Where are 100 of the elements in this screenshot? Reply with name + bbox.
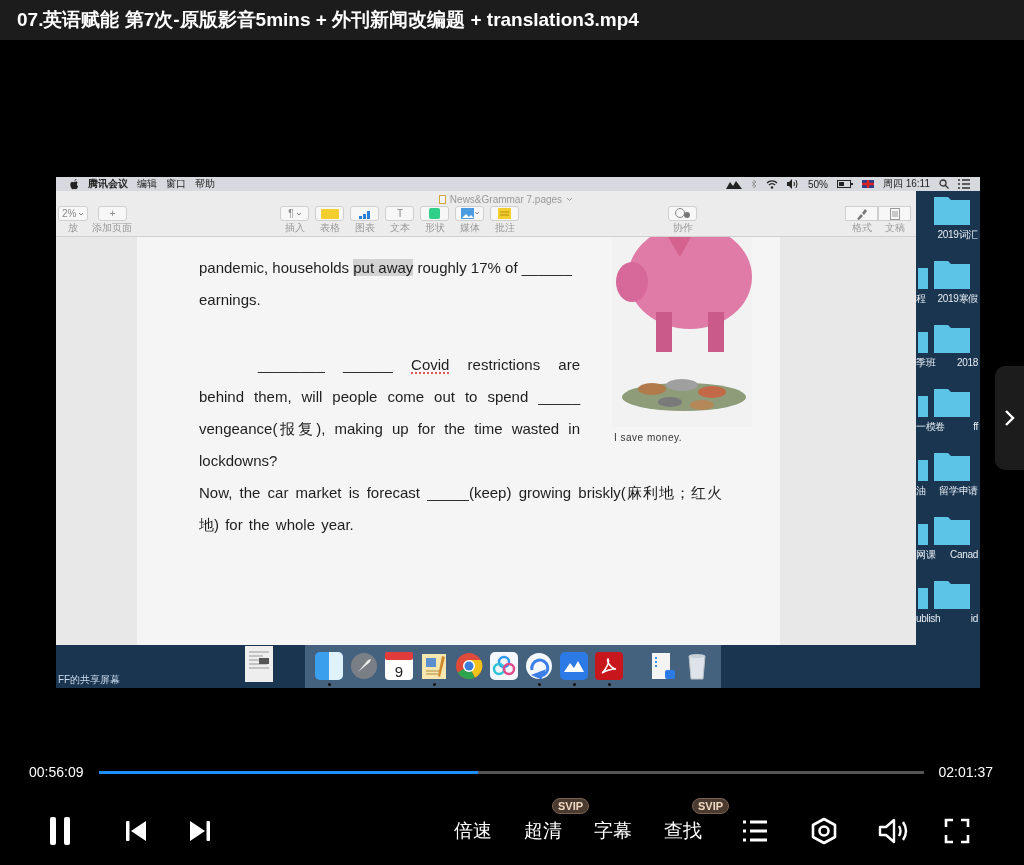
toolbar-label: 协作 bbox=[672, 222, 693, 233]
document-thumbnail[interactable] bbox=[245, 646, 273, 682]
previous-button[interactable] bbox=[125, 820, 147, 842]
caret-icon bbox=[295, 211, 302, 216]
image-icon bbox=[460, 208, 479, 219]
folder-icon[interactable] bbox=[918, 457, 928, 481]
battery-percent: 50% bbox=[807, 178, 828, 190]
menu-item[interactable]: 帮助 bbox=[195, 177, 215, 191]
image-caption: I save money. bbox=[614, 431, 682, 445]
svip-badge: SVIP bbox=[552, 798, 590, 814]
person-icon bbox=[673, 208, 692, 219]
volume-button[interactable] bbox=[878, 818, 908, 844]
media-button[interactable] bbox=[455, 206, 485, 221]
toolbar-label: 插入 bbox=[284, 222, 305, 233]
toolbar-label: 文本 bbox=[389, 222, 410, 233]
text-button[interactable]: T bbox=[385, 206, 415, 221]
toolbar-label: 文稿 bbox=[884, 222, 905, 233]
list-icon[interactable] bbox=[958, 179, 970, 189]
player-option-button[interactable]: 超清 bbox=[524, 818, 562, 844]
flag-icon[interactable] bbox=[861, 180, 874, 188]
sentence: pandemic, households put away roughly 17% of ______ earnings. bbox=[199, 258, 573, 310]
playlist-button[interactable] bbox=[742, 820, 768, 842]
folder-label[interactable]: 留学申请 bbox=[939, 485, 978, 497]
folder-label[interactable]: ff bbox=[973, 421, 978, 433]
document-button[interactable] bbox=[878, 206, 912, 221]
folder-icon[interactable] bbox=[934, 261, 970, 289]
toolbar-label: 添加页面 bbox=[92, 222, 133, 233]
toolbar-label: 图表 bbox=[354, 222, 375, 233]
document-icon bbox=[438, 195, 446, 204]
screen-label: FF的共享屏幕 bbox=[58, 673, 121, 687]
elapsed-time: 00:56:09 bbox=[29, 764, 84, 780]
player-option-button[interactable]: 字幕 bbox=[594, 818, 632, 844]
folder-icon[interactable] bbox=[918, 585, 928, 609]
pdf-icon[interactable] bbox=[595, 652, 623, 680]
menu-item[interactable]: 腾讯会议 bbox=[88, 177, 128, 191]
calendar-icon[interactable]: 9 bbox=[385, 652, 413, 680]
mountain-icon[interactable] bbox=[560, 652, 588, 680]
page-icon bbox=[889, 207, 900, 220]
folder-label[interactable]: 2018 bbox=[956, 357, 978, 369]
fullscreen-button[interactable] bbox=[944, 818, 970, 844]
folder-label[interactable]: 季班 bbox=[916, 357, 936, 369]
folder-icon[interactable] bbox=[934, 389, 970, 417]
progress-bar[interactable] bbox=[98, 770, 924, 774]
rings-icon[interactable] bbox=[490, 652, 518, 680]
folder-label[interactable]: 油 bbox=[916, 485, 926, 497]
folder-label[interactable]: 2019词汇 bbox=[937, 229, 978, 241]
video-title: 07.英语赋能 第7次-原版影音5mins + 外刊新闻改编题 + translation3.mp4 bbox=[17, 8, 639, 32]
bar-chart-icon bbox=[357, 208, 372, 219]
pause-button[interactable] bbox=[48, 816, 72, 846]
table-icon bbox=[320, 208, 339, 219]
next-track-button[interactable] bbox=[189, 820, 211, 842]
window-title: News&Grammar 7.pages bbox=[449, 194, 563, 205]
swirl-icon[interactable] bbox=[525, 652, 553, 680]
player-option-button[interactable]: 查找 bbox=[664, 818, 702, 844]
folder-icon[interactable] bbox=[934, 581, 970, 609]
toolbar-label: 格式 bbox=[851, 222, 872, 233]
caret-icon bbox=[78, 211, 85, 216]
toolbar-label: 表格 bbox=[319, 222, 340, 233]
folder-icon[interactable] bbox=[918, 329, 928, 353]
search-icon[interactable] bbox=[939, 179, 949, 189]
folder-label[interactable]: 网课 bbox=[916, 549, 936, 561]
chevron-icon bbox=[1003, 409, 1016, 427]
notepad-icon[interactable] bbox=[420, 652, 448, 680]
folder-icon[interactable] bbox=[934, 517, 970, 545]
total-time: 02:01:37 bbox=[938, 764, 993, 780]
menu-item[interactable]: 窗口 bbox=[166, 177, 186, 191]
wifi-icon[interactable] bbox=[765, 179, 778, 189]
folder-icon[interactable] bbox=[918, 521, 928, 545]
speaker-icon[interactable] bbox=[786, 179, 799, 189]
sentence: ________ ______ Covid restrictions are behind them, will people come out to spend _____ vengeance(报复), making up for the time wasted in lockdowns? bbox=[199, 355, 580, 471]
brush-icon bbox=[855, 207, 868, 220]
zoom-button[interactable]: 2% bbox=[58, 206, 89, 221]
sentence: Now, the car market is forecast _____(keep) growing briskly(麻利地；红火地) for the whole year. bbox=[199, 483, 722, 535]
chart-button[interactable] bbox=[350, 206, 380, 221]
apple-icon[interactable] bbox=[70, 178, 79, 190]
menu-item[interactable]: 编辑 bbox=[137, 177, 157, 191]
mountain-icon[interactable] bbox=[725, 179, 742, 189]
folder-label[interactable]: 2019寒假 bbox=[937, 293, 978, 305]
circle-logo-icon[interactable] bbox=[455, 652, 483, 680]
folder-icon[interactable] bbox=[934, 453, 970, 481]
folder-label[interactable]: 一模卷 bbox=[916, 421, 946, 433]
toolbar-label: 批注 bbox=[494, 222, 515, 233]
folder-icon[interactable] bbox=[934, 325, 970, 353]
folder-icon[interactable] bbox=[918, 265, 928, 289]
folder-icon[interactable] bbox=[918, 393, 928, 417]
note-icon bbox=[498, 208, 512, 219]
player-option-button[interactable]: 倍速 bbox=[454, 818, 492, 844]
folder-label[interactable]: Canad bbox=[950, 549, 978, 561]
settings-button[interactable] bbox=[810, 817, 838, 845]
battery-icon[interactable] bbox=[836, 180, 853, 188]
folder-label[interactable]: ublish bbox=[916, 613, 941, 625]
folder-label[interactable]: id bbox=[970, 613, 978, 625]
split-tile-icon[interactable] bbox=[315, 652, 343, 680]
format-button[interactable] bbox=[845, 206, 879, 221]
toolbar-label: 放 bbox=[68, 222, 79, 233]
square-icon bbox=[429, 208, 441, 219]
collab-button[interactable] bbox=[668, 206, 698, 221]
menu-clock: 周四 16:11 bbox=[882, 177, 930, 191]
folder-icon[interactable] bbox=[934, 197, 970, 225]
folder-label[interactable]: 程 bbox=[916, 293, 926, 305]
